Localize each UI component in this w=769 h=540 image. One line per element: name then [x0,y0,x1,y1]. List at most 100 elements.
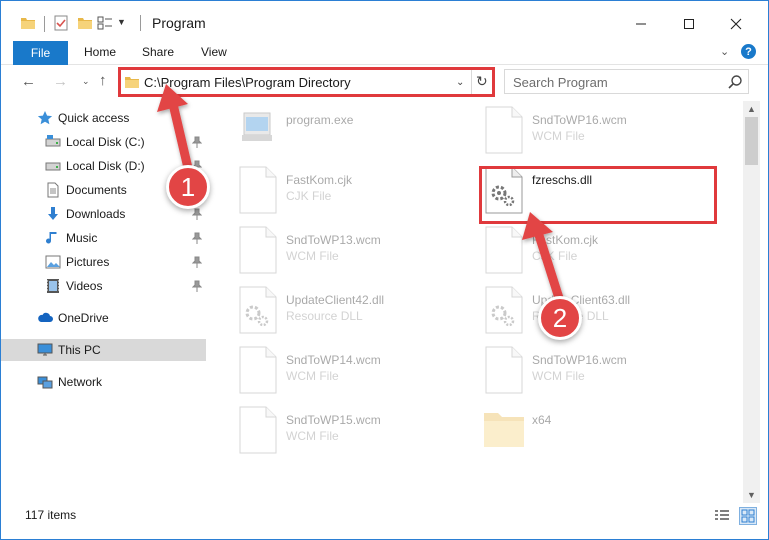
sidebar-item-downloads[interactable]: Downloads [1,203,206,225]
sidebar-item-quick-access[interactable]: Quick access [1,107,206,129]
file-type: WCM File [286,249,339,263]
pin-icon[interactable] [192,280,202,292]
tab-home[interactable]: Home [84,45,116,59]
document-file-icon [485,106,523,154]
downloads-icon [48,207,58,220]
pin-icon[interactable] [192,256,202,268]
file-item[interactable]: FastKom.cjk CJK File [234,165,474,225]
documents-icon [47,182,59,198]
properties-check-icon[interactable] [53,15,69,31]
file-type: WCM File [286,369,339,383]
file-item[interactable]: UpdateClient63.dll Resource DLL [480,285,720,345]
pin-icon[interactable] [192,208,202,220]
close-button[interactable] [713,9,759,39]
sidebar-item-network[interactable]: Network [1,371,206,393]
sidebar-item-label: Music [66,231,98,245]
file-type: WCM File [286,429,339,443]
file-type: WCM File [532,369,585,383]
address-dropdown-icon[interactable]: ⌄ [456,77,464,88]
file-type: CJK File [532,249,578,263]
dll-file-icon [485,286,523,334]
folder-item[interactable]: x64 [480,405,720,465]
file-item[interactable]: SndToWP15.wcm WCM File [234,405,474,465]
sidebar-item-label: Documents [66,183,127,197]
minimize-button[interactable] [618,9,664,39]
file-item[interactable]: SndToWP16.wcm WCM File [480,105,720,165]
file-name: SndToWP14.wcm [286,353,381,367]
ribbon-tabs: File Home Share View ⌄ ? [1,41,768,65]
large-icons-view-button[interactable] [739,507,757,525]
file-type: WCM File [532,129,585,143]
pin-icon[interactable] [192,136,202,148]
back-arrow-icon[interactable]: ← [21,73,36,90]
scroll-up-icon[interactable]: ▲ [747,104,756,114]
navigation-pane: Quick access Local Disk (C:) Local Disk … [1,101,206,503]
title-bar: ▼ Program [1,1,768,41]
scroll-down-icon[interactable]: ▼ [747,490,756,500]
search-input[interactable] [513,73,723,91]
file-name: fzreschs.dll [532,173,593,187]
file-item[interactable]: FastKom.cjk CJK File [480,225,720,285]
address-separator [471,70,472,95]
search-icon[interactable] [727,74,743,90]
file-name: program.exe [286,113,354,127]
sidebar-item-this-pc[interactable]: This PC [1,339,206,361]
file-name: SndToWP15.wcm [286,413,381,427]
expand-ribbon-icon[interactable]: ⌄ [720,45,729,58]
document-file-icon [239,226,277,274]
file-item[interactable]: SndToWP13.wcm WCM File [234,225,474,285]
up-arrow-icon[interactable]: ↑ [99,72,107,89]
sidebar-item-label: Pictures [66,255,110,269]
tab-share[interactable]: Share [142,45,174,59]
new-folder-icon[interactable] [77,15,93,31]
file-item[interactable]: program.exe [234,105,474,165]
sidebar-item-local-disk-c[interactable]: Local Disk (C:) [1,131,206,153]
document-file-icon [485,346,523,394]
details-view-icon[interactable] [714,508,730,524]
rename-icon[interactable] [97,15,113,31]
dll-file-icon [239,286,277,334]
close-icon [730,18,742,30]
help-button[interactable]: ? [741,44,756,59]
quick-access-divider [44,16,45,32]
tab-file[interactable]: File [13,41,68,65]
sidebar-item-label: Downloads [66,207,126,221]
sidebar-item-label: OneDrive [58,311,109,325]
file-item-selected[interactable]: fzreschs.dll [480,165,720,225]
star-icon [37,111,53,125]
sidebar-item-label: Videos [66,279,103,293]
pin-icon[interactable] [192,232,202,244]
file-item[interactable]: SndToWP14.wcm WCM File [234,345,474,405]
sidebar-item-label: Local Disk (D:) [66,159,145,173]
search-box[interactable] [504,69,749,94]
address-path[interactable]: C:\Program Files\Program Directory [144,75,351,90]
sidebar-item-label: Network [58,375,103,389]
sidebar-item-pictures[interactable]: Pictures [1,251,206,273]
file-explorer-window: ▼ Program File Home Share View ⌄ ? ← → ⌄… [0,0,769,540]
customize-toolbar-icon[interactable]: ▼ [117,17,126,27]
tab-view[interactable]: View [201,45,227,59]
maximize-button[interactable] [666,9,712,39]
scrollbar-thumb[interactable] [745,117,758,165]
sidebar-item-videos[interactable]: Videos [1,275,206,297]
sidebar-item-music[interactable]: Music [1,227,206,249]
forward-arrow-icon[interactable]: → [53,73,68,90]
file-item[interactable]: UpdateClient42.dll Resource DLL [234,285,474,345]
file-name: UpdateClient42.dll [286,293,385,307]
file-type: CJK File [286,189,332,203]
refresh-icon[interactable]: ↻ [476,73,488,90]
folder-icon [125,77,139,88]
callout-badge-1: 1 [166,165,210,209]
sidebar-item-onedrive[interactable]: OneDrive [1,307,206,329]
callout-badge-2: 2 [538,296,582,340]
recent-locations-icon[interactable]: ⌄ [82,76,90,87]
file-name: SndToWP13.wcm [286,233,381,247]
maximize-icon [684,19,694,29]
large-icons-view-icon [741,509,755,523]
vertical-scrollbar[interactable]: ▲ ▼ [743,101,760,503]
folder-icon [21,18,35,29]
address-bar[interactable]: C:\Program Files\Program Directory ⌄ ↻ [118,69,494,96]
file-item[interactable]: SndToWP16.wcm WCM File [480,345,720,405]
exe-file-icon [242,112,272,141]
file-name: SndToWP16.wcm [532,113,627,127]
